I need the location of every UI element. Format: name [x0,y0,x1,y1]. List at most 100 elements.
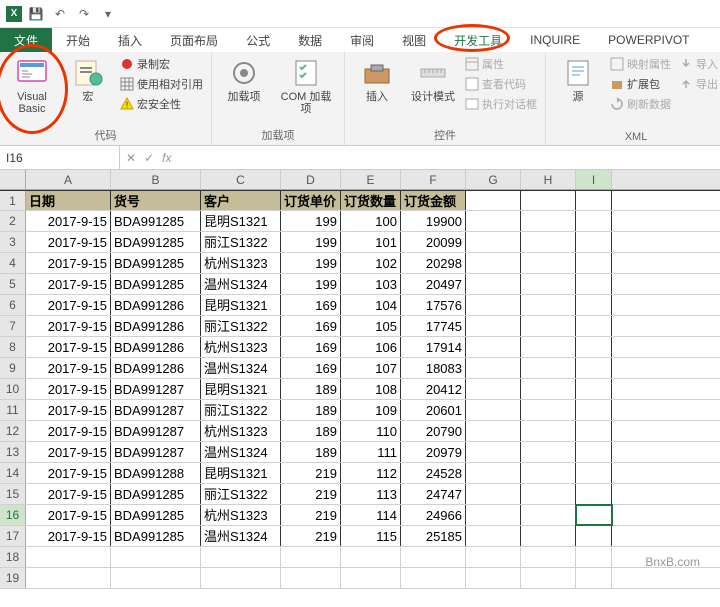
tab-插入[interactable]: 插入 [104,28,156,52]
cell[interactable] [521,442,576,462]
cell[interactable]: 114 [341,505,401,525]
cell[interactable]: 109 [341,400,401,420]
record-macro-button[interactable]: 录制宏 [118,55,205,73]
cell[interactable] [466,421,521,441]
cell[interactable] [576,421,612,441]
row-header[interactable]: 5 [0,274,26,294]
cell[interactable]: 2017-9-15 [26,379,111,399]
cell[interactable]: 2017-9-15 [26,295,111,315]
cell[interactable] [341,568,401,588]
cell[interactable] [466,337,521,357]
tab-公式[interactable]: 公式 [232,28,284,52]
cell[interactable]: BDA991285 [111,253,201,273]
cell[interactable]: 订货金额 [401,191,466,210]
cell[interactable]: 189 [281,442,341,462]
cell[interactable] [466,463,521,483]
cell[interactable]: 24747 [401,484,466,504]
cell[interactable]: 20601 [401,400,466,420]
cell[interactable]: BDA991285 [111,274,201,294]
cell[interactable] [466,505,521,525]
cell[interactable]: 客户 [201,191,281,210]
col-header-H[interactable]: H [521,170,576,189]
row-header[interactable]: 18 [0,547,26,567]
row-header[interactable]: 19 [0,568,26,588]
cell[interactable]: 温州S1324 [201,274,281,294]
tab-审阅[interactable]: 审阅 [336,28,388,52]
cell[interactable]: BDA991286 [111,337,201,357]
cell[interactable]: 108 [341,379,401,399]
cell[interactable] [576,526,612,546]
cell[interactable] [466,316,521,336]
cell[interactable]: 2017-9-15 [26,505,111,525]
cell[interactable] [576,211,612,231]
cell[interactable]: 温州S1324 [201,526,281,546]
cell[interactable]: 219 [281,505,341,525]
cell[interactable] [466,358,521,378]
cell[interactable]: 105 [341,316,401,336]
cell[interactable]: 2017-9-15 [26,421,111,441]
cell[interactable] [521,484,576,504]
cell[interactable]: 189 [281,400,341,420]
visual-basic-button[interactable]: Visual Basic [6,55,58,117]
cell[interactable]: 杭州S1323 [201,253,281,273]
cell[interactable]: 189 [281,379,341,399]
map-properties-button[interactable]: 映射属性 [608,55,673,73]
cell[interactable] [466,442,521,462]
com-addins-button[interactable]: COM 加载项 [274,55,338,117]
cell[interactable] [466,547,521,567]
row-header[interactable]: 6 [0,295,26,315]
cell[interactable] [576,463,612,483]
cell[interactable] [576,191,612,210]
row-header[interactable]: 2 [0,211,26,231]
tab-powerpivot[interactable]: POWERPIVOT [594,28,703,52]
cell[interactable] [521,400,576,420]
cell[interactable]: BDA991285 [111,484,201,504]
tab-inquire[interactable]: INQUIRE [516,28,594,52]
cell[interactable] [576,379,612,399]
cell[interactable]: 订货数量 [341,191,401,210]
cell[interactable]: 杭州S1323 [201,337,281,357]
cell[interactable] [466,253,521,273]
cell[interactable] [201,547,281,567]
run-dialog-button[interactable]: 执行对话框 [463,95,539,113]
cell[interactable] [281,568,341,588]
cell[interactable]: 199 [281,253,341,273]
row-header[interactable]: 17 [0,526,26,546]
fx-icon[interactable]: fx [162,151,171,165]
cell[interactable]: 货号 [111,191,201,210]
cell[interactable]: 169 [281,337,341,357]
row-header[interactable]: 9 [0,358,26,378]
cell[interactable]: 2017-9-15 [26,526,111,546]
cell[interactable]: 2017-9-15 [26,253,111,273]
cell[interactable]: 110 [341,421,401,441]
cell[interactable]: 112 [341,463,401,483]
properties-button[interactable]: 属性 [463,55,539,73]
cell[interactable]: 25185 [401,526,466,546]
cell[interactable]: 20298 [401,253,466,273]
row-header[interactable]: 11 [0,400,26,420]
cell[interactable] [466,274,521,294]
cell[interactable] [521,526,576,546]
cell[interactable]: 2017-9-15 [26,463,111,483]
cell[interactable]: 20979 [401,442,466,462]
cell[interactable] [281,547,341,567]
cell[interactable]: 丽江S1322 [201,316,281,336]
row-header[interactable]: 4 [0,253,26,273]
cell[interactable] [521,295,576,315]
cell[interactable]: 2017-9-15 [26,316,111,336]
cell[interactable] [401,568,466,588]
cell[interactable] [576,232,612,252]
cell[interactable]: 102 [341,253,401,273]
cell[interactable] [201,568,281,588]
cell[interactable] [466,484,521,504]
macro-security-button[interactable]: !宏安全性 [118,95,205,113]
col-header-A[interactable]: A [26,170,111,189]
cell[interactable] [466,191,521,210]
cell[interactable] [521,274,576,294]
cell[interactable]: 2017-9-15 [26,400,111,420]
save-button[interactable]: 💾 [26,4,46,24]
cell[interactable]: 111 [341,442,401,462]
cell[interactable] [466,400,521,420]
cell[interactable] [576,547,612,567]
cell[interactable]: 丽江S1322 [201,484,281,504]
